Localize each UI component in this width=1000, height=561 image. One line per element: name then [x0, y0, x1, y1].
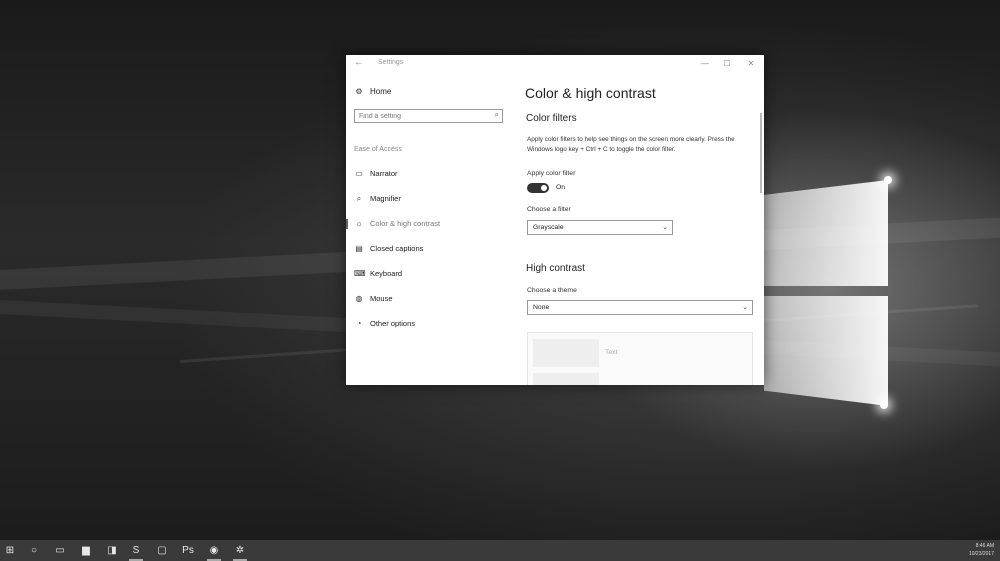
filter-dropdown[interactable]: Grayscale ⌄ — [527, 220, 673, 235]
sidebar-item-magnifier[interactable]: ⌕ Magnifier — [346, 186, 514, 211]
sidebar-item-label: Narrator — [370, 169, 398, 178]
logo-light-flare — [880, 401, 888, 409]
sidebar-item-other-options[interactable]: ◔ Other options — [346, 311, 514, 336]
theme-dropdown-value: None — [533, 304, 550, 311]
window-title: Settings — [378, 59, 404, 66]
snagit-icon[interactable]: S — [128, 543, 144, 561]
main-content: Color & high contrast Color filters Appl… — [514, 73, 764, 385]
filter-dropdown-value: Grayscale — [533, 224, 564, 231]
keyboard-icon: ⌨ — [354, 269, 366, 278]
choose-theme-label: Choose a theme — [527, 287, 577, 294]
closed-captions-icon: ▤ — [355, 244, 363, 253]
sidebar-item-mouse[interactable]: ◍ Mouse — [346, 286, 514, 311]
color-contrast-icon: ☼ — [355, 219, 363, 228]
sidebar-item-narrator[interactable]: ▭ Narrator — [346, 161, 514, 186]
toggle-state-label: On — [556, 184, 566, 191]
sidebar-item-label: Color & high contrast — [370, 219, 441, 228]
high-contrast-heading: High contrast — [526, 263, 585, 274]
color-filter-toggle[interactable] — [527, 183, 549, 193]
section-label: Ease of Access — [354, 146, 402, 153]
apply-filter-label: Apply color filter — [527, 170, 576, 177]
choose-filter-label: Choose a filter — [527, 206, 571, 213]
file-explorer-icon[interactable]: ▆ — [78, 543, 94, 558]
page-title: Color & high contrast — [525, 85, 656, 101]
close-button[interactable]: ✕ — [742, 57, 760, 71]
color-filters-description: Apply color filters to help see things o… — [527, 136, 735, 153]
search-box[interactable]: ⌕ — [354, 109, 503, 123]
search-input[interactable] — [355, 110, 489, 122]
sidebar-item-color-high-contrast[interactable]: ☼ Color & high contrast — [346, 211, 514, 236]
sidebar-item-label: Magnifier — [370, 194, 401, 203]
cortana-icon[interactable]: ○ — [26, 543, 42, 558]
sidebar-item-label: Other options — [370, 319, 416, 328]
settings-window: ← Settings — ☐ ✕ ⚙ Home ⌕ Ease of Access… — [346, 55, 764, 385]
toggle-knob — [541, 185, 547, 191]
windows-logo-pane — [764, 296, 888, 406]
mouse-icon: ◍ — [355, 294, 363, 303]
photoshop-icon[interactable]: Ps — [180, 543, 196, 558]
sidebar-item-closed-captions[interactable]: ▤ Closed captions — [346, 236, 514, 261]
start-icon[interactable]: ⊞ — [2, 543, 18, 558]
chrome-icon[interactable]: ◉ — [206, 543, 222, 561]
sidebar-item-label: Closed captions — [370, 244, 424, 253]
chevron-down-icon: ⌄ — [742, 304, 748, 311]
logo-light-flare — [884, 176, 892, 184]
minimize-button[interactable]: — — [696, 57, 714, 71]
taskbar: ⊞ ○ ▭ ▆ ◨ S ▢ Ps ◉ ✲ 8:46 AM 10/23/2017 — [0, 540, 1000, 561]
sidebar-item-label: Mouse — [370, 294, 393, 303]
windows-logo-pane — [764, 180, 888, 286]
window-app-icon[interactable]: ▢ — [154, 543, 170, 558]
title-bar[interactable]: ← Settings — ☐ ✕ — [346, 55, 764, 73]
system-clock[interactable]: 8:46 AM 10/23/2017 — [969, 542, 994, 558]
preview-swatch — [533, 339, 599, 367]
clock-time: 8:46 AM — [975, 543, 994, 549]
sidebar-item-label: Keyboard — [370, 269, 403, 278]
nav-list: ▭ Narrator ⌕ Magnifier ☼ Color & high contras… — [346, 161, 514, 336]
theme-dropdown[interactable]: None ⌄ — [527, 300, 753, 315]
content-scrollbar[interactable] — [760, 113, 762, 193]
arrow-left-icon[interactable]: ← — [354, 57, 364, 68]
home-link[interactable]: ⚙ Home — [354, 87, 391, 96]
maximize-button[interactable]: ☐ — [718, 57, 736, 71]
preview-swatch — [533, 373, 599, 385]
home-label: Home — [370, 87, 392, 96]
search-icon[interactable]: ⌕ — [495, 110, 499, 120]
chevron-down-icon: ⌄ — [662, 224, 668, 231]
color-filters-heading: Color filters — [526, 113, 577, 124]
settings-sidebar: ⚙ Home ⌕ Ease of Access ▭ Narrator ⌕ Magnif… — [346, 73, 514, 385]
narrator-icon: ▭ — [355, 169, 363, 178]
clock-date: 10/23/2017 — [968, 551, 994, 557]
magnifier-icon: ⌕ — [356, 193, 362, 203]
task-view-icon[interactable]: ▭ — [52, 543, 68, 558]
preview-text: Text — [605, 349, 618, 356]
theme-preview: Text — [527, 332, 753, 385]
store-icon[interactable]: ◨ — [104, 543, 120, 558]
settings-app-icon[interactable]: ✲ — [232, 543, 248, 561]
sidebar-item-keyboard[interactable]: ⌨ Keyboard — [346, 261, 514, 286]
other-options-icon: ◔ — [356, 319, 362, 328]
gear-icon: ⚙ — [355, 87, 363, 96]
